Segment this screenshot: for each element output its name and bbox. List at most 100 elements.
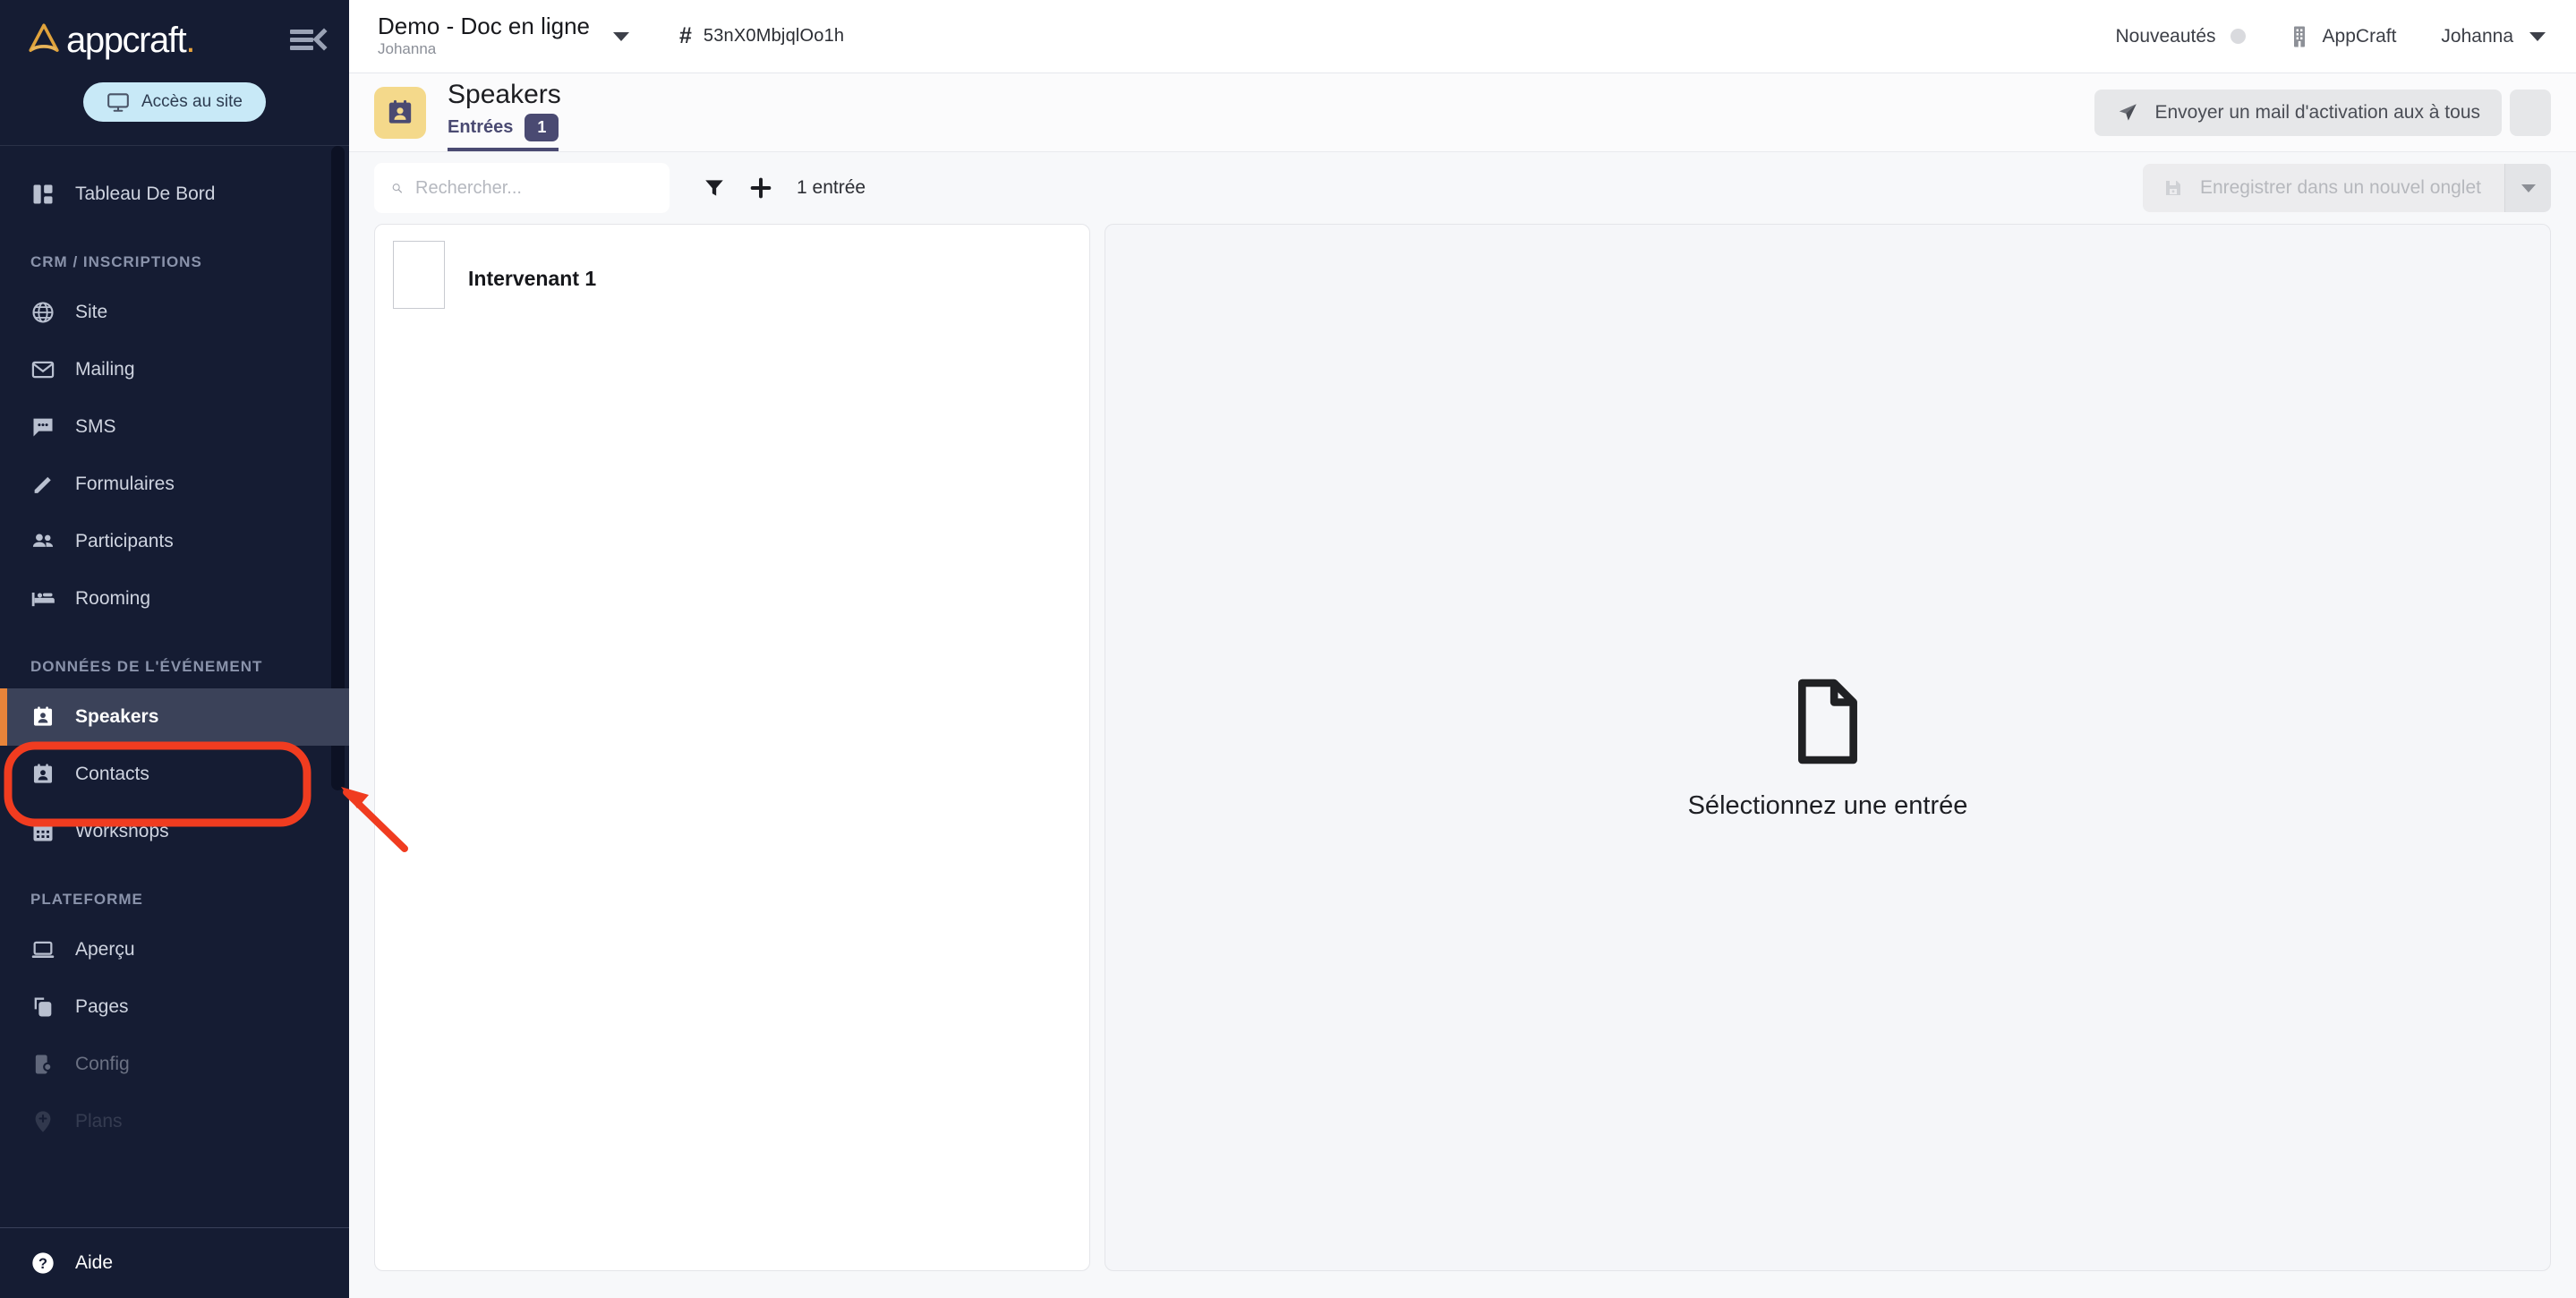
save-new-tab-button[interactable]: Enregistrer dans un nouvel onglet <box>2142 164 2504 212</box>
calendar-icon <box>33 821 53 841</box>
sidebar-item-config[interactable]: Config <box>0 1036 349 1093</box>
filter-button[interactable] <box>691 165 738 211</box>
appcraft-logo-icon <box>29 23 59 52</box>
list-toolbar: 1 entrée Enregistrer dans un nouvel ongl… <box>349 152 2576 224</box>
page-icon-tile <box>374 86 426 139</box>
user-menu[interactable]: Johanna <box>2441 26 2546 47</box>
sidebar-item-label: Speakers <box>75 706 159 727</box>
people-icon <box>32 534 54 547</box>
project-selector[interactable]: Demo - Doc en ligne Johanna <box>378 13 629 59</box>
save-new-tab-label: Enregistrer dans un nouvel onglet <box>2199 177 2481 198</box>
sidebar-item-label: Config <box>75 1054 130 1074</box>
sidebar-footer: ? Aide <box>0 1227 349 1298</box>
sidebar-item-aide[interactable]: ? Aide <box>0 1228 349 1298</box>
sidebar-item-speakers[interactable]: Speakers <box>0 688 349 746</box>
pages-icon <box>34 997 52 1017</box>
page-tabs: Entrées 1 <box>448 114 561 151</box>
news-indicator-dot <box>2230 29 2246 44</box>
sidebar-item-tableau-de-bord[interactable]: Tableau De Bord <box>0 166 349 223</box>
monitor-icon <box>107 93 129 112</box>
envelope-icon <box>31 361 55 379</box>
chevron-down-icon <box>613 31 629 41</box>
contact-badge-icon <box>33 706 53 726</box>
hash-icon: # <box>679 23 692 48</box>
collapse-menu-icon[interactable] <box>288 25 328 54</box>
sidebar-item-label: Mailing <box>75 359 135 380</box>
sidebar-item-label: Tableau De Bord <box>75 184 216 204</box>
globe-icon <box>32 302 54 323</box>
project-id-block[interactable]: # 53nX0MbjqlOo1h <box>679 23 844 49</box>
brand-row: appcraft. <box>0 16 349 63</box>
entries-list-panel: Intervenant 1 <box>374 224 1090 1271</box>
sidebar-group-donnees-label: DONNÉES DE L'ÉVÉNEMENT <box>30 658 263 675</box>
sidebar-item-contacts[interactable]: Contacts <box>0 746 349 803</box>
sidebar-item-plans[interactable]: Plans <box>0 1093 349 1150</box>
sidebar-item-label: Workshops <box>75 821 169 841</box>
sidebar-item-label: Rooming <box>75 588 151 609</box>
sidebar-item-label: Aperçu <box>75 939 135 960</box>
tab-label: Entrées <box>448 117 514 137</box>
sidebar-item-label: Participants <box>75 531 174 551</box>
send-icon <box>2120 103 2137 120</box>
entry-detail-panel: Sélectionnez une entrée <box>1105 224 2551 1271</box>
add-entry-button[interactable] <box>738 165 784 211</box>
save-options-button[interactable] <box>2504 164 2551 212</box>
contact-badge-icon <box>33 764 53 783</box>
empty-state-label: Sélectionnez une entrée <box>1687 790 1968 820</box>
project-name: Demo - Doc en ligne <box>378 13 590 40</box>
entry-photo-placeholder <box>393 241 445 309</box>
save-button-group: Enregistrer dans un nouvel onglet <box>2142 164 2551 212</box>
chat-icon <box>33 418 53 437</box>
project-text: Demo - Doc en ligne Johanna <box>378 13 590 59</box>
save-icon <box>2165 181 2180 195</box>
organization-label: AppCraft <box>2322 25 2397 47</box>
project-owner: Johanna <box>378 40 437 58</box>
sidebar-item-pages[interactable]: Pages <box>0 978 349 1036</box>
sidebar-item-workshops[interactable]: Workshops <box>0 803 349 860</box>
news-button[interactable]: Nouveautés <box>2115 26 2246 47</box>
pencil-icon <box>34 476 51 493</box>
brand-logo[interactable]: appcraft. <box>25 21 195 60</box>
sidebar-nav-scroll: Tableau De Bord CRM / INSCRIPTIONS Site … <box>0 146 349 1227</box>
send-activation-mail-label: Envoyer un mail d'activation aux à tous <box>2154 101 2480 123</box>
laptop-icon <box>31 941 55 958</box>
sidebar-item-participants[interactable]: Participants <box>0 513 349 570</box>
search-input[interactable] <box>415 177 653 199</box>
building-icon <box>2293 26 2305 47</box>
list-item[interactable]: Intervenant 1 <box>375 225 1089 325</box>
sidebar-item-label: Pages <box>75 996 129 1017</box>
access-site-label: Accès au site <box>141 92 243 111</box>
page-title-block: Speakers Entrées 1 <box>448 81 561 151</box>
sidebar-item-apercu[interactable]: Aperçu <box>0 921 349 978</box>
sidebar-item-label: Formulaires <box>75 474 175 494</box>
project-id-value: 53nX0MbjqlOo1h <box>703 26 845 46</box>
user-label: Johanna <box>2441 25 2513 47</box>
sidebar-item-site[interactable]: Site <box>0 284 349 341</box>
topbar: Demo - Doc en ligne Johanna # 53nX0Mbjql… <box>349 0 2576 73</box>
sidebar-item-label: SMS <box>75 416 116 437</box>
sidebar-item-label: Contacts <box>75 764 149 784</box>
send-activation-mail-button[interactable]: Envoyer un mail d'activation aux à tous <box>2094 89 2502 136</box>
bed-icon <box>31 593 55 607</box>
sidebar-item-sms[interactable]: SMS <box>0 398 349 456</box>
brand-wordmark: appcraft. <box>66 21 195 60</box>
map-pin-icon <box>35 1111 51 1132</box>
search-icon <box>392 184 403 193</box>
page-header-actions: Envoyer un mail d'activation aux à tous <box>2094 89 2551 136</box>
chevron-down-icon <box>2521 184 2536 192</box>
plus-icon <box>750 177 772 199</box>
page-title: Speakers <box>448 80 561 110</box>
main-area: Demo - Doc en ligne Johanna # 53nX0Mbjql… <box>349 0 2576 1298</box>
sidebar-item-formulaires[interactable]: Formulaires <box>0 456 349 513</box>
sidebar-item-mailing[interactable]: Mailing <box>0 341 349 398</box>
contact-badge-icon <box>388 99 412 124</box>
sidebar-item-rooming[interactable]: Rooming <box>0 570 349 628</box>
page-header: Speakers Entrées 1 Envoyer un mail d'act… <box>349 73 2576 152</box>
page-header-more-button[interactable] <box>2510 89 2551 136</box>
app-root: appcraft. Accès au site Tableau De Bord … <box>0 0 2576 1298</box>
search-box[interactable] <box>374 163 670 213</box>
tab-entrees[interactable]: Entrées 1 <box>448 114 559 151</box>
dashboard-icon <box>33 184 53 204</box>
organization-selector[interactable]: AppCraft <box>2289 25 2397 48</box>
access-site-button[interactable]: Accès au site <box>83 82 266 122</box>
